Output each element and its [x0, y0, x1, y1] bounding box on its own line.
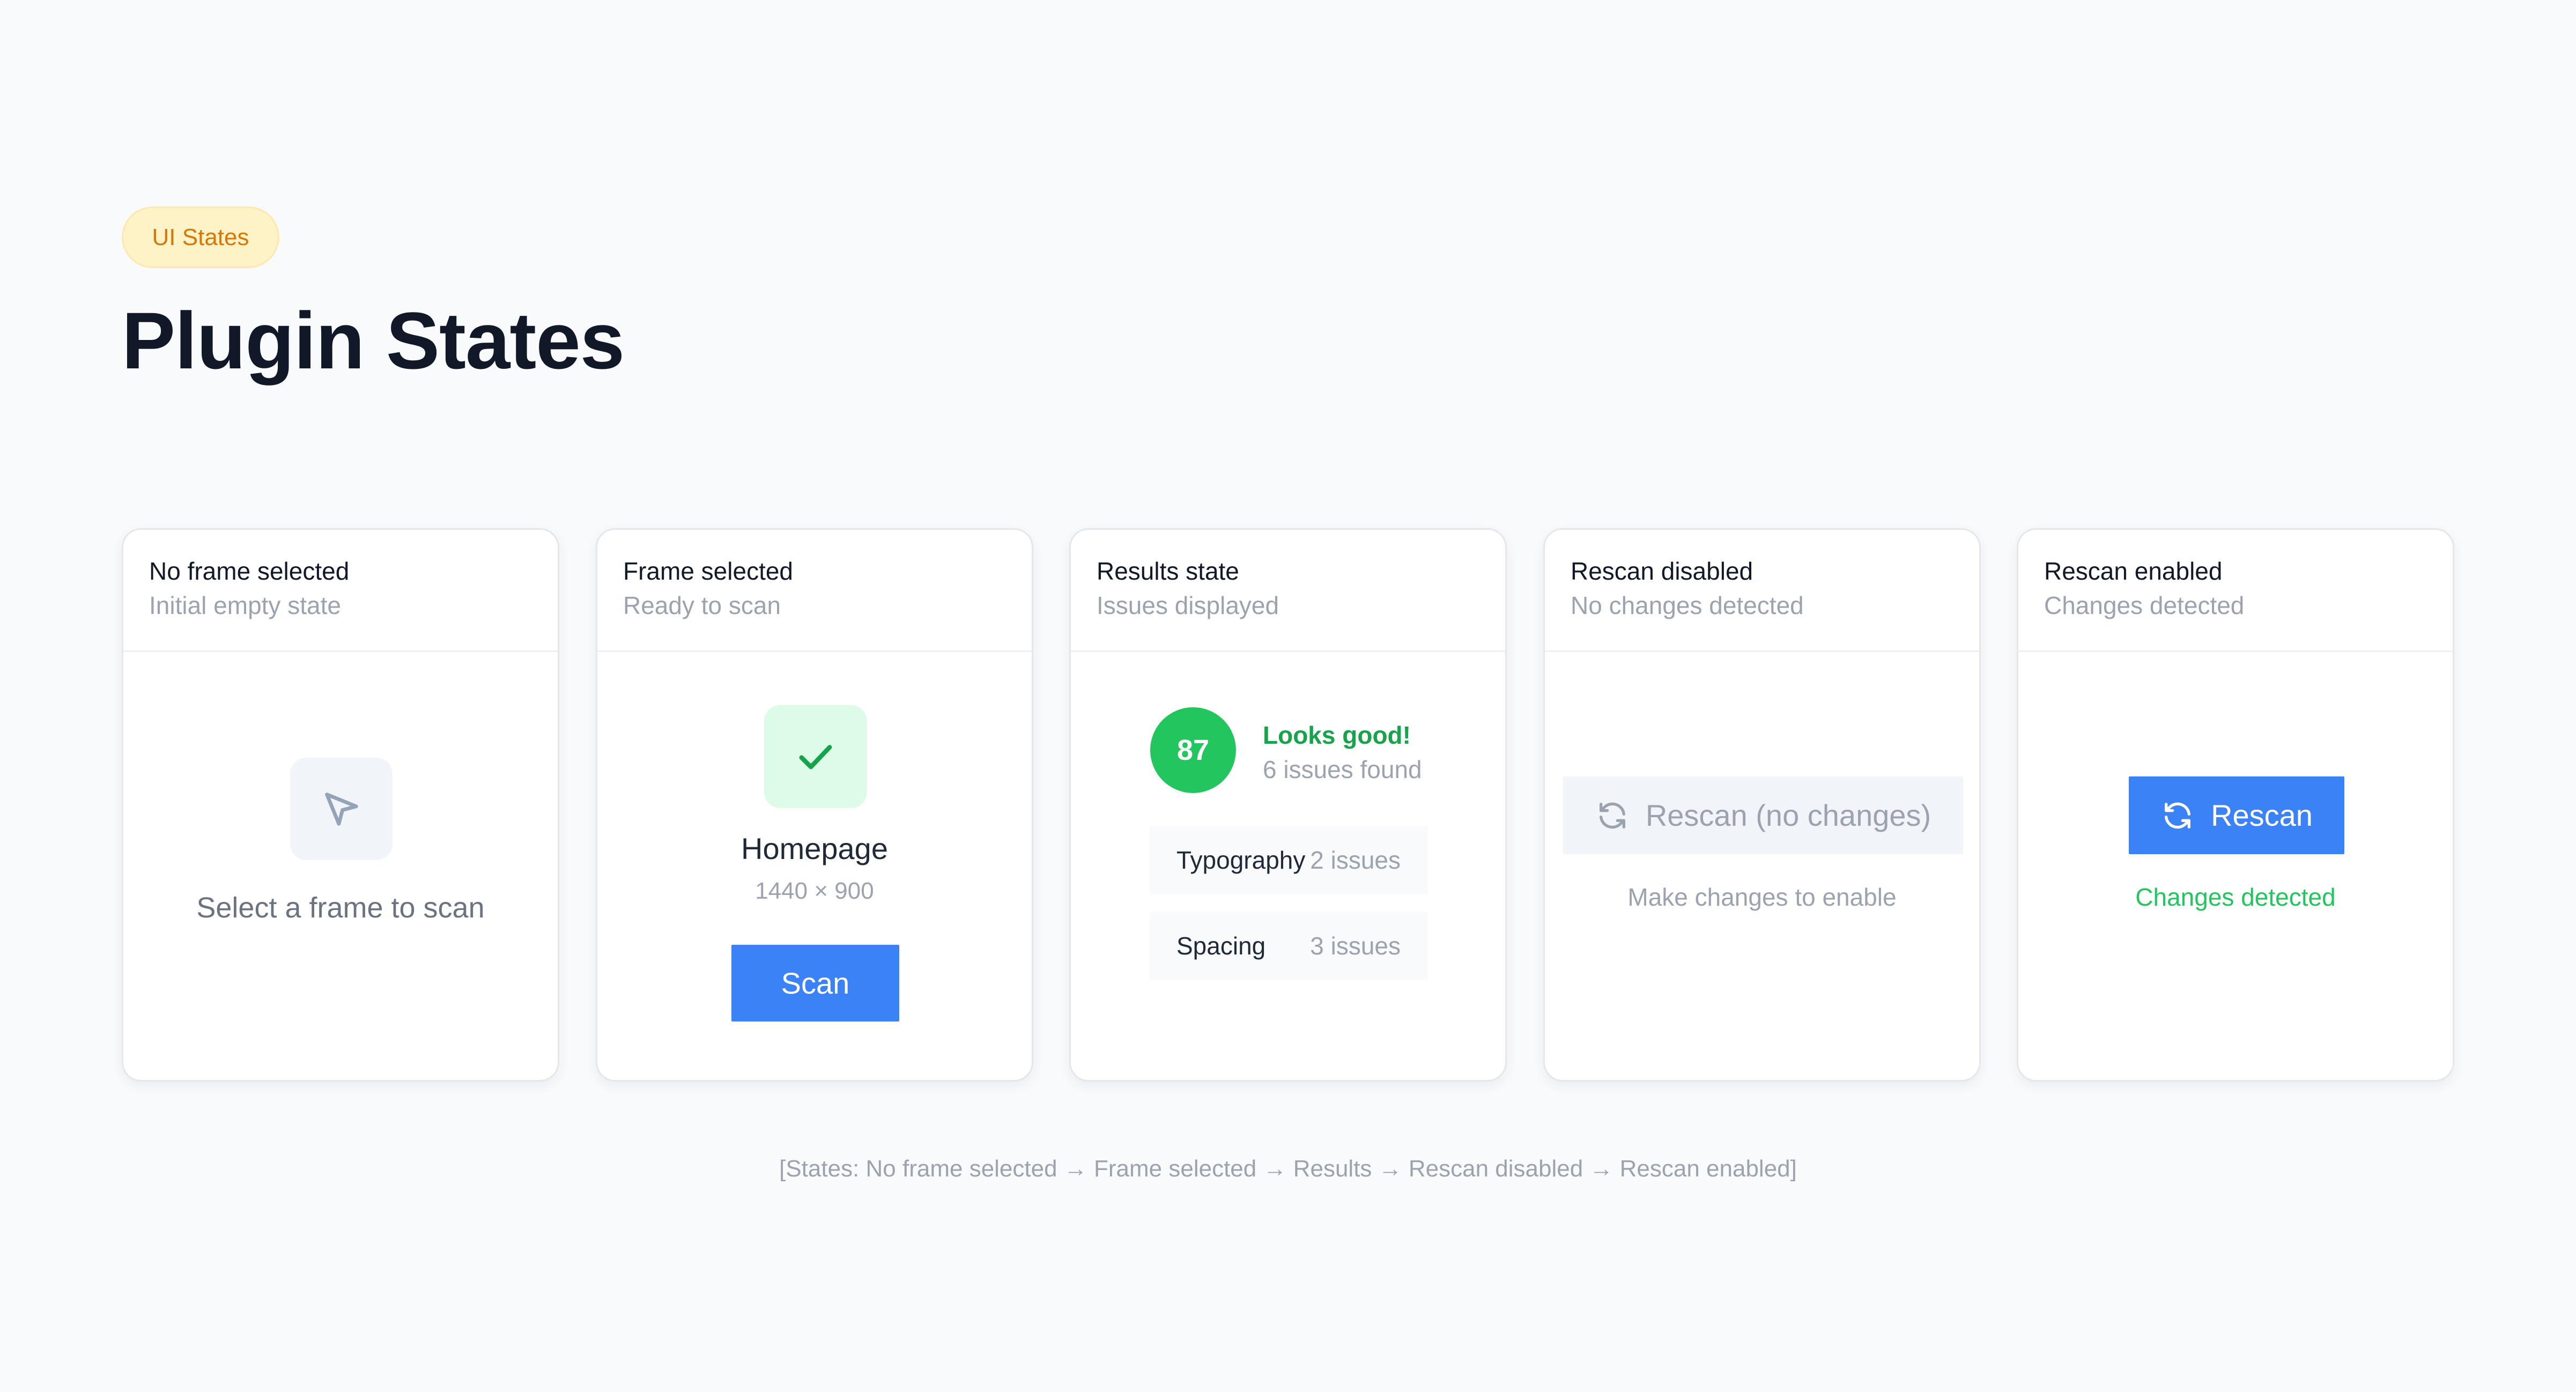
card-rescan-disabled: Rescan disabled No changes detected Resc…	[1543, 528, 1981, 1082]
frame-name: Homepage	[741, 832, 888, 865]
issue-count: 3 issues	[1310, 932, 1401, 960]
card-body: Rescan Changes detected	[2018, 652, 2453, 1080]
card-header: Results state Issues displayed	[1071, 530, 1505, 652]
card-body: Homepage 1440 × 900 Scan	[597, 652, 1032, 1080]
score-circle: 87	[1150, 707, 1236, 793]
card-body: 87 Looks good! 6 issues found Typography…	[1071, 652, 1505, 1080]
refresh-icon	[2160, 798, 2195, 833]
card-subtitle: Ready to scan	[623, 591, 781, 619]
changes-detected-hint: Changes detected	[2135, 883, 2336, 911]
card-title: Rescan disabled	[1571, 557, 1753, 585]
scan-button[interactable]: Scan	[731, 945, 899, 1021]
issue-count: 2 issues	[1310, 846, 1401, 874]
checkmark-icon	[764, 705, 867, 808]
rescan-disabled-button[interactable]: Rescan (no changes)	[1563, 776, 1963, 854]
status-text: Looks good!	[1263, 721, 1411, 749]
issue-label: Typography	[1176, 846, 1306, 874]
issue-row-spacing[interactable]: Spacing 3 issues	[1150, 912, 1427, 980]
issues-found-text: 6 issues found	[1263, 756, 1422, 783]
states-flow-caption: [States: No frame selected → Frame selec…	[779, 1156, 1797, 1182]
card-subtitle: Changes detected	[2044, 591, 2245, 619]
issue-row-typography[interactable]: Typography 2 issues	[1150, 826, 1427, 894]
card-header: No frame selected Initial empty state	[123, 530, 558, 652]
empty-state-message: Select a frame to scan	[196, 892, 485, 924]
frame-size: 1440 × 900	[755, 878, 874, 904]
issue-label: Spacing	[1176, 932, 1266, 960]
scan-button-label: Scan	[781, 966, 850, 1000]
card-header: Rescan enabled Changes detected	[2018, 530, 2453, 652]
card-rescan-enabled: Rescan enabled Changes detected Rescan C…	[2017, 528, 2454, 1082]
page-title: Plugin States	[122, 295, 625, 386]
ui-states-badge: UI States	[122, 206, 279, 268]
rescan-button-label: Rescan	[2211, 798, 2313, 832]
rescan-button[interactable]: Rescan	[2129, 776, 2344, 854]
card-title: Frame selected	[623, 557, 794, 585]
card-frame-selected: Frame selected Ready to scan Homepage 14…	[596, 528, 1033, 1082]
cursor-pointer-icon	[290, 758, 393, 860]
card-header: Rescan disabled No changes detected	[1545, 530, 1979, 652]
rescan-disabled-label: Rescan (no changes)	[1645, 798, 1931, 832]
card-title: Rescan enabled	[2044, 557, 2223, 585]
card-subtitle: Issues displayed	[1097, 591, 1279, 619]
card-results-state: Results state Issues displayed 87 Looks …	[1069, 528, 1507, 1082]
card-no-frame-selected: No frame selected Initial empty state Se…	[122, 528, 559, 1082]
card-body: Select a frame to scan	[123, 652, 558, 1080]
refresh-icon	[1595, 798, 1630, 833]
card-header: Frame selected Ready to scan	[597, 530, 1032, 652]
card-subtitle: No changes detected	[1571, 591, 1804, 619]
card-subtitle: Initial empty state	[149, 591, 341, 619]
disabled-hint: Make changes to enable	[1627, 883, 1897, 911]
card-body: Rescan (no changes) Make changes to enab…	[1545, 652, 1979, 1080]
card-title: Results state	[1097, 557, 1239, 585]
card-title: No frame selected	[149, 557, 350, 585]
